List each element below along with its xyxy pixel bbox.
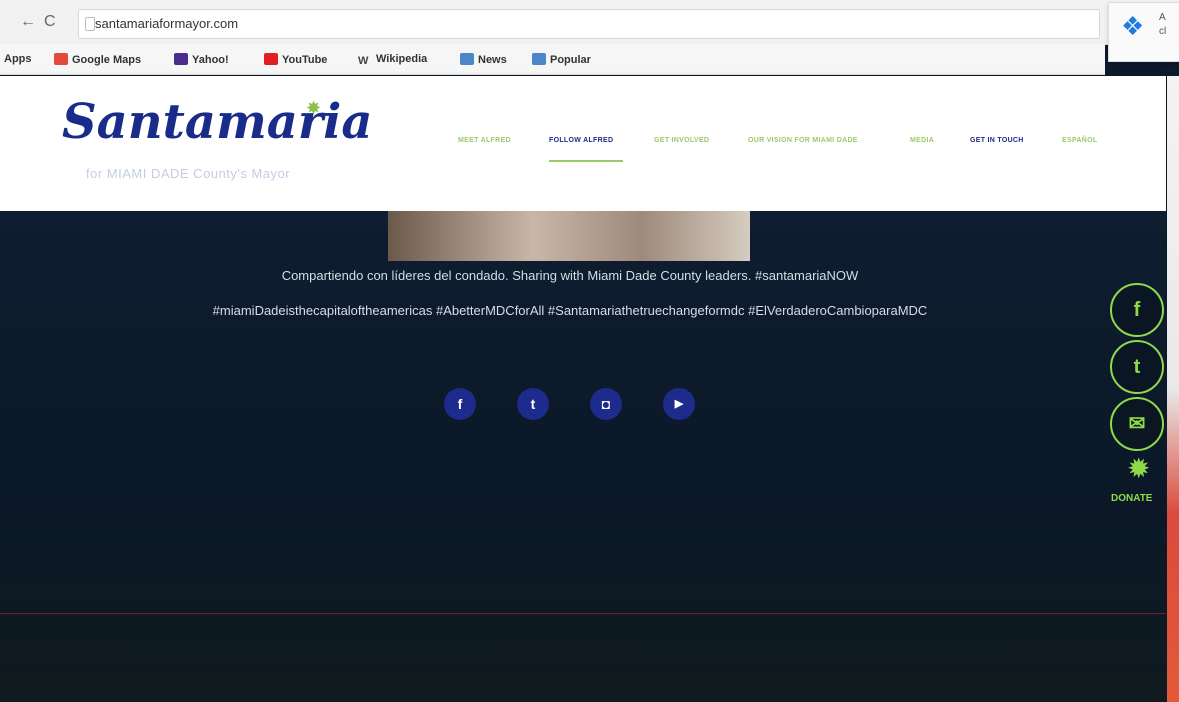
page-icon [85, 17, 95, 31]
browser-toolbar: ← C santamariaformayor.com [0, 0, 1179, 45]
nav-our-vision[interactable]: Our Vision for Miami Dade [748, 137, 858, 144]
facebook-icon[interactable]: f [444, 388, 476, 420]
side-twitter-icon[interactable]: t [1110, 340, 1164, 394]
dropbox-icon[interactable]: ❖ [1121, 13, 1144, 39]
twitter-icon[interactable]: t [517, 388, 549, 420]
photo-caption-line2: #miamiDadeisthecapitaloftheamericas #Abe… [212, 303, 928, 318]
nav-follow-alfred[interactable]: Follow Alfred [549, 137, 613, 144]
nav-meet-alfred[interactable]: Meet Alfred [458, 137, 511, 144]
dropbox-text: Acl [1159, 12, 1167, 37]
site-tagline: for MIAMI DADE County's Mayor [86, 166, 291, 181]
photo-caption-line1: Compartiendo con líderes del condado. Sh… [281, 268, 859, 283]
bookmark-wikipedia[interactable]: W Wikipedia [358, 53, 427, 67]
page-edge-strip [1167, 76, 1179, 702]
address-bar[interactable]: santamariaformayor.com [78, 9, 1100, 39]
sun-icon[interactable]: ✹ [1127, 455, 1150, 483]
bookmark-google-maps[interactable]: Google Maps [54, 53, 141, 66]
hero-section: Compartiendo con líderes del condado. Sh… [0, 211, 1166, 702]
dropbox-extension-popup[interactable]: ❖ Acl [1108, 2, 1179, 62]
donate-button[interactable]: DONATE [1111, 493, 1152, 504]
bookmark-apps[interactable]: Apps [4, 53, 32, 65]
active-nav-indicator [549, 160, 623, 162]
divider-line [0, 613, 1166, 614]
nav-get-involved[interactable]: Get Involved [654, 137, 709, 144]
nav-get-in-touch[interactable]: Get in Touch [970, 137, 1024, 144]
wikipedia-icon: W [358, 55, 369, 67]
bookmarks-bar: Apps Google Maps Yahoo! YouTube W Wikiped… [0, 44, 1105, 75]
bookmark-youtube[interactable]: YouTube [264, 53, 327, 66]
reload-icon[interactable]: C [44, 13, 56, 31]
nav-media[interactable]: Media [910, 137, 934, 144]
site-logo[interactable]: Santamaria [62, 94, 372, 150]
hero-photo[interactable] [388, 211, 750, 261]
yahoo-icon [174, 53, 188, 65]
bookmark-news[interactable]: News [460, 53, 507, 66]
site-header: Santamaria ✸ for MIAMI DADE County's May… [0, 76, 1166, 211]
side-mail-icon[interactable]: ✉ [1110, 397, 1164, 451]
back-arrow-icon[interactable]: ← [20, 13, 36, 31]
folder-icon [532, 53, 546, 65]
nav-espanol[interactable]: Español [1062, 137, 1097, 144]
bookmark-popular[interactable]: Popular [532, 53, 591, 66]
side-facebook-icon[interactable]: f [1110, 283, 1164, 337]
youtube-icon [264, 53, 278, 65]
star-icon: ✸ [306, 98, 322, 118]
instagram-icon[interactable]: ◘ [590, 388, 622, 420]
youtube-icon[interactable]: ▶ [663, 388, 695, 420]
folder-icon [460, 53, 474, 65]
maps-icon [54, 53, 68, 65]
bookmark-yahoo[interactable]: Yahoo! [174, 53, 229, 66]
url-text: santamariaformayor.com [95, 16, 239, 31]
